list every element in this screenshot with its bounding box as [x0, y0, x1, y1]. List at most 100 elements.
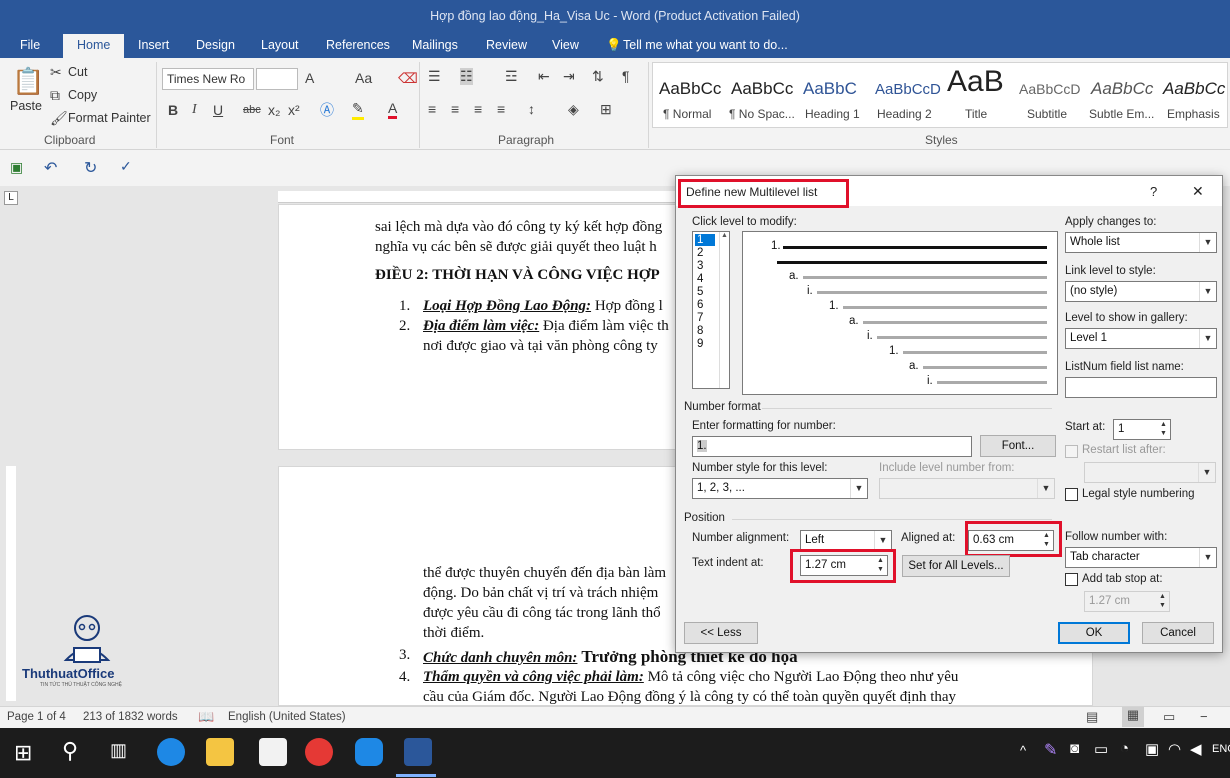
- style-preview[interactable]: AaBbCc: [1091, 79, 1153, 99]
- number-style-select[interactable]: 1, 2, 3, ... ▼: [692, 478, 868, 499]
- set-all-levels-button[interactable]: Set for All Levels...: [902, 555, 1010, 577]
- zalo-icon[interactable]: [355, 738, 383, 766]
- page-count[interactable]: Page 1 of 4: [7, 711, 66, 723]
- underline-button[interactable]: U: [213, 102, 223, 118]
- tab-file[interactable]: File: [20, 38, 40, 52]
- tab-stop-spinner[interactable]: 1.27 cm ▲ ▼: [1084, 591, 1170, 612]
- line-spacing-icon[interactable]: ↕: [528, 101, 535, 117]
- close-button[interactable]: ✕: [1192, 183, 1204, 200]
- level-list-scrollbar[interactable]: ▲: [719, 232, 729, 388]
- language-status[interactable]: English (United States): [228, 711, 346, 723]
- add-tab-stop-checkbox[interactable]: [1065, 573, 1078, 586]
- horizontal-ruler[interactable]: [278, 191, 678, 203]
- tab-selector[interactable]: L: [4, 191, 18, 205]
- proofing-icon[interactable]: 📖: [198, 709, 214, 725]
- apply-to-select[interactable]: Whole list ▼: [1065, 232, 1217, 253]
- help-button[interactable]: ?: [1150, 184, 1157, 199]
- style-preview[interactable]: AaBbCc: [1163, 79, 1225, 99]
- tab-references[interactable]: References: [326, 38, 390, 52]
- legal-numbering-checkbox[interactable]: [1065, 488, 1078, 501]
- link-style-select[interactable]: (no style) ▼: [1065, 281, 1217, 302]
- restart-after-select[interactable]: ▼: [1084, 462, 1216, 483]
- sort-icon[interactable]: ⇅: [592, 68, 604, 85]
- level-item[interactable]: 8: [697, 325, 703, 337]
- shading-icon[interactable]: ◈: [568, 101, 579, 118]
- level-item[interactable]: 7: [697, 312, 703, 324]
- redo-icon[interactable]: ↻: [84, 158, 97, 178]
- clear-formatting-icon[interactable]: ⌫: [398, 70, 418, 87]
- align-right-icon[interactable]: ≡: [474, 101, 482, 117]
- save-icon[interactable]: ▣: [10, 159, 23, 176]
- multilevel-list-icon[interactable]: ☲: [505, 68, 518, 85]
- font-color-button[interactable]: A: [388, 100, 398, 119]
- cancel-button[interactable]: Cancel: [1142, 622, 1214, 644]
- volume-icon[interactable]: ◀: [1190, 740, 1202, 758]
- level-item[interactable]: 2: [697, 247, 703, 259]
- chrome-icon[interactable]: [305, 738, 333, 766]
- style-preview[interactable]: AaBbC: [803, 79, 857, 99]
- align-left-icon[interactable]: ≡: [428, 101, 436, 117]
- style-subtle-emphasis[interactable]: Subtle Em...: [1089, 107, 1154, 121]
- web-layout-icon[interactable]: ▭: [1163, 709, 1175, 725]
- align-center-icon[interactable]: ≡: [451, 101, 459, 117]
- bold-button[interactable]: B: [168, 102, 178, 118]
- alignment-select[interactable]: Left ▼: [800, 530, 892, 551]
- style-preview[interactable]: AaBbCc: [731, 79, 793, 99]
- start-at-spinner[interactable]: 1 ▲ ▼: [1113, 419, 1171, 440]
- style-preview[interactable]: AaB: [947, 65, 1004, 99]
- level-item[interactable]: 4: [697, 273, 703, 285]
- network-icon[interactable]: ◔: [1120, 740, 1129, 757]
- camera-icon[interactable]: ◙: [1070, 740, 1079, 757]
- file-explorer-icon[interactable]: [206, 738, 234, 766]
- level-item[interactable]: 6: [697, 299, 703, 311]
- style-preview[interactable]: AaBbCc: [659, 79, 721, 99]
- word-icon[interactable]: [404, 738, 432, 766]
- tab-insert[interactable]: Insert: [138, 38, 169, 52]
- spelling-icon[interactable]: ✓: [120, 158, 132, 175]
- tell-me-search[interactable]: Tell me what you want to do...: [623, 38, 788, 52]
- level-item[interactable]: 1: [695, 234, 715, 246]
- undo-icon[interactable]: ↶: [44, 158, 57, 178]
- include-level-select[interactable]: ▼: [879, 478, 1055, 499]
- italic-button[interactable]: I: [192, 102, 197, 118]
- tab-review[interactable]: Review: [486, 38, 527, 52]
- pen-icon[interactable]: ✎: [1044, 740, 1057, 760]
- numbering-icon[interactable]: ☷: [460, 68, 473, 85]
- borders-icon[interactable]: ⊞: [600, 101, 612, 118]
- level-item[interactable]: 9: [697, 338, 703, 350]
- task-view-icon[interactable]: ▥: [110, 740, 127, 761]
- style-emphasis[interactable]: Emphasis: [1167, 107, 1220, 121]
- strikethrough-button[interactable]: abc: [243, 104, 261, 116]
- highlight-icon[interactable]: ✎: [352, 100, 364, 120]
- tab-home[interactable]: Home: [63, 34, 125, 58]
- print-layout-icon[interactable]: ▦: [1122, 707, 1144, 727]
- vertical-ruler[interactable]: [6, 466, 16, 701]
- style-heading-1[interactable]: Heading 1: [805, 107, 860, 121]
- font-size-select[interactable]: [256, 68, 298, 90]
- justify-icon[interactable]: ≡: [497, 101, 505, 117]
- style-preview[interactable]: AaBbCcD: [875, 81, 941, 98]
- cut-button[interactable]: Cut: [68, 65, 87, 79]
- ok-button[interactable]: OK: [1058, 622, 1130, 644]
- follow-number-select[interactable]: Tab character ▼: [1065, 547, 1217, 568]
- style-no-spacing[interactable]: ¶ No Spac...: [729, 107, 795, 121]
- style-title[interactable]: Title: [965, 107, 987, 121]
- level-list[interactable]: 1 2 3 4 5 6 7 8 9 ▲: [692, 231, 730, 389]
- subscript-button[interactable]: x₂: [268, 102, 280, 118]
- gallery-level-select[interactable]: Level 1 ▼: [1065, 328, 1217, 349]
- bullets-icon[interactable]: ☰: [428, 68, 441, 85]
- word-count[interactable]: 213 of 1832 words: [83, 711, 178, 723]
- listnum-input[interactable]: [1065, 377, 1217, 398]
- show-marks-icon[interactable]: ¶: [622, 68, 630, 84]
- paste-button[interactable]: Paste: [10, 99, 42, 113]
- tab-design[interactable]: Design: [196, 38, 235, 52]
- less-button[interactable]: << Less: [684, 622, 758, 644]
- zoom-out-icon[interactable]: −: [1200, 709, 1208, 724]
- grow-font-icon[interactable]: A: [305, 70, 314, 86]
- notes-app-icon[interactable]: [259, 738, 287, 766]
- level-item[interactable]: 3: [697, 260, 703, 272]
- decrease-indent-icon[interactable]: ⇤: [538, 68, 550, 85]
- restart-list-checkbox[interactable]: [1065, 445, 1078, 458]
- input-language[interactable]: ENG: [1212, 743, 1230, 755]
- wifi-icon[interactable]: ◠: [1168, 740, 1181, 758]
